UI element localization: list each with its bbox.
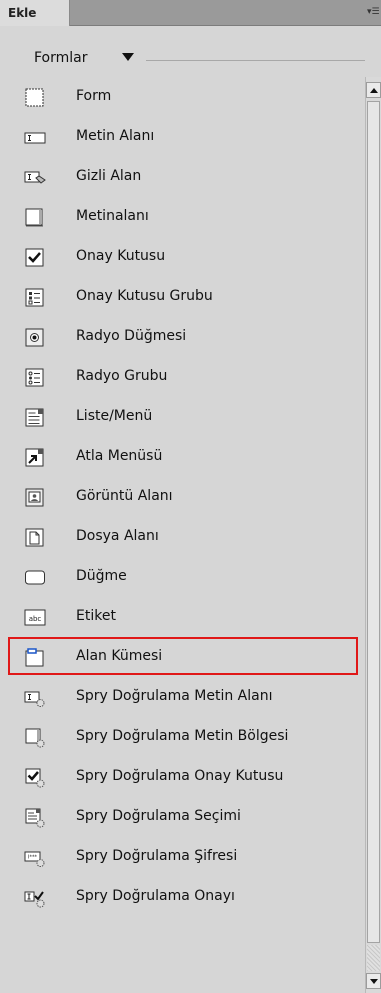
list-item-file-field[interactable]: Dosya Alanı xyxy=(0,517,365,557)
list-item-textarea[interactable]: Metinalanı xyxy=(0,197,365,237)
item-label: Alan Kümesi xyxy=(76,648,163,664)
scroll-down-arrow-icon[interactable] xyxy=(366,973,381,989)
list-scrollbar[interactable] xyxy=(365,77,381,993)
checkbox-group-icon xyxy=(25,288,44,307)
item-label: Spry Doğrulama Seçimi xyxy=(76,808,241,824)
list-item-spry-textarea[interactable]: Spry Doğrulama Metin Bölgesi xyxy=(0,717,365,757)
scroll-up-arrow-icon[interactable] xyxy=(366,82,381,98)
list-item-text-field[interactable]: Metin Alanı xyxy=(0,117,365,157)
item-label: Düğme xyxy=(76,568,127,584)
item-label: Spry Doğrulama Onay Kutusu xyxy=(76,768,284,784)
list-menu-icon xyxy=(25,408,44,427)
list-item-jump-menu[interactable]: Atla Menüsü xyxy=(0,437,365,477)
panel-tab-bar: Ekle ▾☰ xyxy=(0,0,381,26)
spry-checkbox-icon xyxy=(25,768,45,788)
item-label: Radyo Grubu xyxy=(76,368,168,384)
insert-item-list: Form Metin Alanı Gizli Alan Metinalanı O… xyxy=(0,77,365,993)
button-icon xyxy=(25,570,45,585)
list-item-spry-checkbox[interactable]: Spry Doğrulama Onay Kutusu xyxy=(0,757,365,797)
item-label: Onay Kutusu xyxy=(76,248,166,264)
panel-options-icon[interactable]: ▾☰ xyxy=(367,6,380,18)
image-field-icon xyxy=(25,488,44,507)
chevron-down-icon xyxy=(122,53,134,61)
svg-text:I***: I*** xyxy=(28,855,37,861)
item-label: Atla Menüsü xyxy=(76,448,163,464)
item-label: Form xyxy=(76,88,112,104)
file-field-icon xyxy=(25,528,44,547)
list-item-hidden-field[interactable]: Gizli Alan xyxy=(0,157,365,197)
category-selector[interactable]: Formlar xyxy=(0,43,365,71)
spry-confirm-icon xyxy=(24,891,45,908)
spry-textarea-icon xyxy=(25,728,45,748)
item-label: Gizli Alan xyxy=(76,168,142,184)
item-label: Spry Doğrulama Metin Bölgesi xyxy=(76,728,289,744)
list-item-spry-text-field[interactable]: Spry Doğrulama Metin Alanı xyxy=(0,677,365,717)
scrollbar-track[interactable] xyxy=(367,945,380,971)
textarea-icon xyxy=(25,208,43,227)
list-item-fieldset[interactable]: Alan Kümesi xyxy=(8,637,358,675)
item-label: Onay Kutusu Grubu xyxy=(76,288,213,304)
spry-select-icon xyxy=(25,808,45,828)
form-icon xyxy=(25,88,44,107)
hidden-field-icon xyxy=(24,171,46,184)
checkbox-icon xyxy=(25,248,44,267)
list-item-radio-group[interactable]: Radyo Grubu xyxy=(0,357,365,397)
item-label: Metin Alanı xyxy=(76,128,155,144)
item-label: Spry Doğrulama Onayı xyxy=(76,888,235,904)
text-field-icon xyxy=(24,132,46,144)
category-divider xyxy=(146,60,365,61)
fieldset-icon xyxy=(25,648,44,667)
spry-text-field-icon xyxy=(24,691,45,707)
list-item-checkbox-group[interactable]: Onay Kutusu Grubu xyxy=(0,277,365,317)
list-item-spry-password[interactable]: I*** Spry Doğrulama Şifresi xyxy=(0,837,365,877)
item-label: Etiket xyxy=(76,608,116,624)
list-item-form[interactable]: Form xyxy=(0,77,365,117)
tab-ekle[interactable]: Ekle xyxy=(0,0,70,26)
scrollbar-thumb[interactable] xyxy=(367,101,380,943)
item-label: Spry Doğrulama Şifresi xyxy=(76,848,238,864)
item-label: Dosya Alanı xyxy=(76,528,159,544)
svg-text:abc: abc xyxy=(29,615,42,623)
label-icon: abc xyxy=(24,609,46,626)
list-item-radio-button[interactable]: Radyo Düğmesi xyxy=(0,317,365,357)
radio-group-icon xyxy=(25,368,44,387)
jump-menu-icon xyxy=(25,448,44,467)
list-item-spry-confirm[interactable]: Spry Doğrulama Onayı xyxy=(0,877,365,917)
item-label: Liste/Menü xyxy=(76,408,153,424)
list-item-image-field[interactable]: Görüntü Alanı xyxy=(0,477,365,517)
item-label: Radyo Düğmesi xyxy=(76,328,187,344)
radio-button-icon xyxy=(25,328,44,347)
list-item-label[interactable]: abc Etiket xyxy=(0,597,365,637)
list-item-checkbox[interactable]: Onay Kutusu xyxy=(0,237,365,277)
spry-password-icon: I*** xyxy=(24,851,45,867)
item-label: Görüntü Alanı xyxy=(76,488,173,504)
item-label: Metinalanı xyxy=(76,208,149,224)
list-item-button[interactable]: Düğme xyxy=(0,557,365,597)
category-label: Formlar xyxy=(34,50,88,66)
item-label: Spry Doğrulama Metin Alanı xyxy=(76,688,273,704)
list-item-spry-select[interactable]: Spry Doğrulama Seçimi xyxy=(0,797,365,837)
list-item-list-menu[interactable]: Liste/Menü xyxy=(0,397,365,437)
